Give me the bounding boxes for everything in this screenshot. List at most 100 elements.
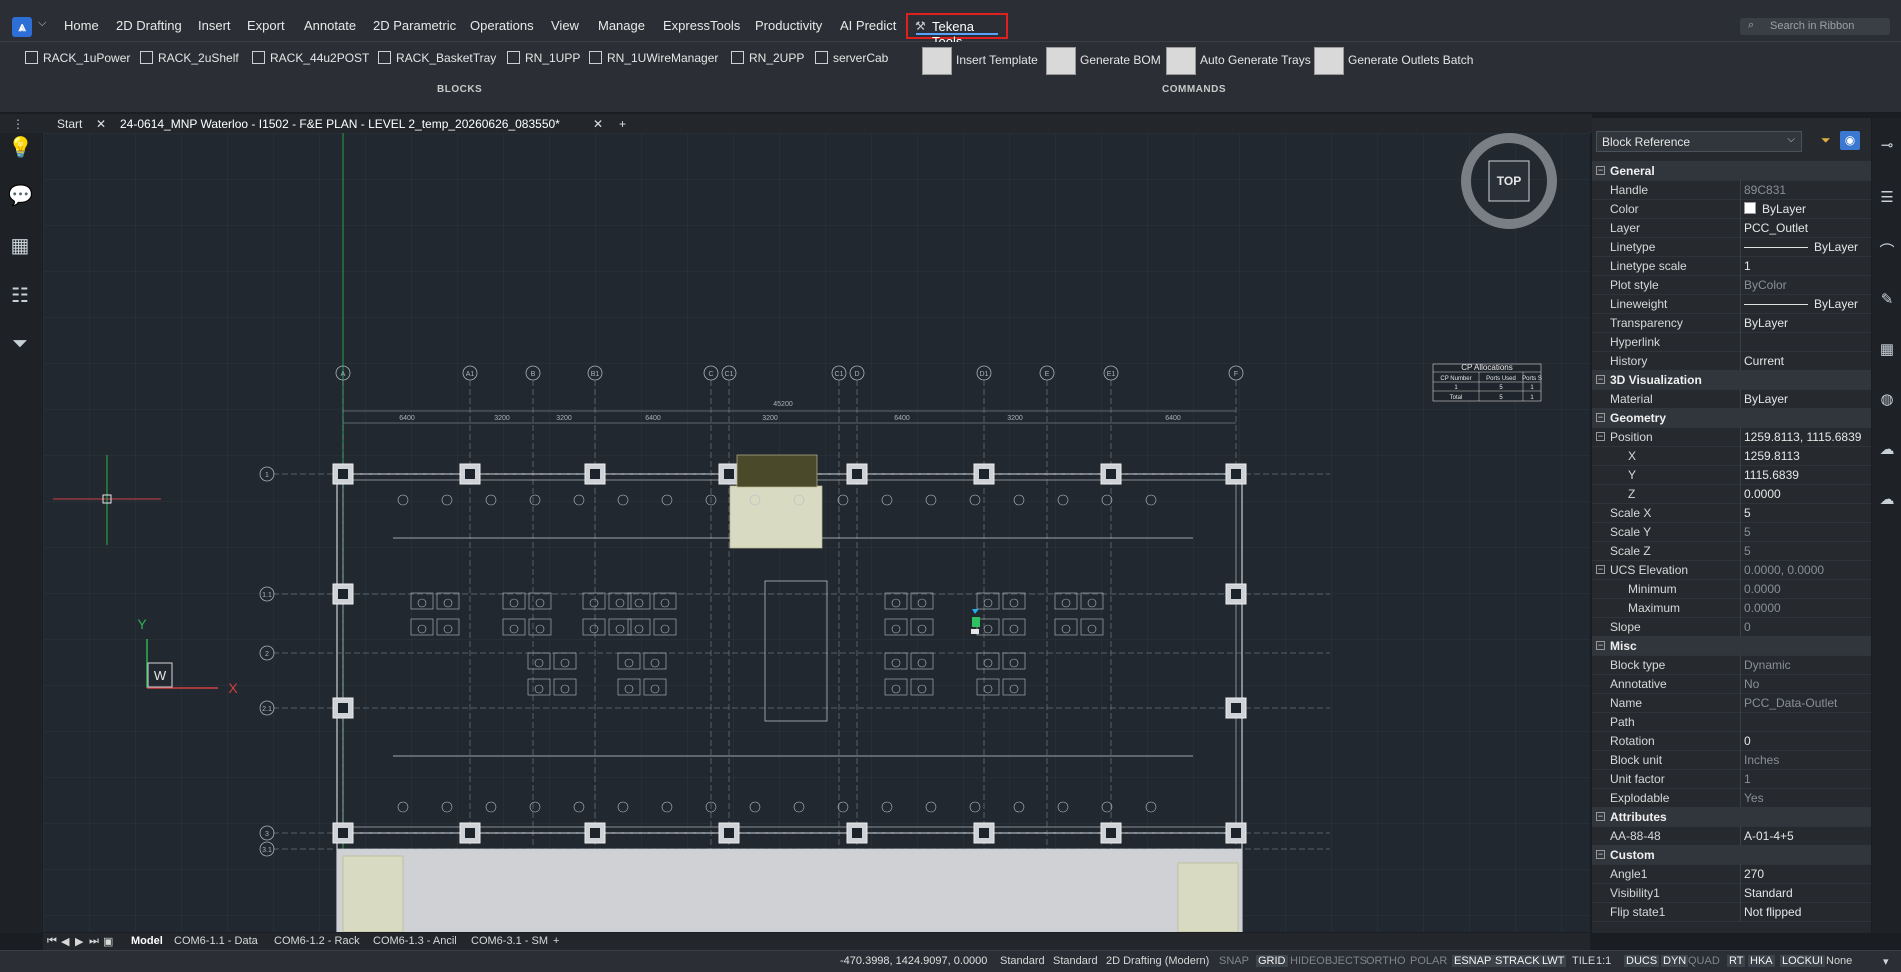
next-layout-button[interactable]: ▶ [75, 935, 83, 948]
property-section-header[interactable]: − Custom [1592, 845, 1871, 865]
property-row[interactable]: Hyperlink [1592, 332, 1871, 352]
status-toggle-ducs[interactable]: DUCS [1624, 955, 1660, 967]
tab-operations[interactable]: Operations [470, 18, 534, 33]
property-row[interactable]: Visibility1 Standard [1592, 883, 1871, 903]
property-row[interactable]: Maximum 0.0000 [1592, 598, 1871, 618]
collapse-icon[interactable]: − [1596, 850, 1605, 859]
chevron-down-icon[interactable]: ⌵ [38, 17, 46, 30]
property-value-cell[interactable]: 0.0000 [1744, 601, 1870, 615]
tab-productivity[interactable]: Productivity [755, 18, 822, 33]
property-row[interactable]: Scale Z 5 [1592, 541, 1871, 561]
layout-tab[interactable]: COM6-1.3 - Ancil [373, 935, 457, 947]
tab-export[interactable]: Export [247, 18, 285, 33]
property-row[interactable]: Annotative No [1592, 674, 1871, 694]
tab-drawing[interactable]: 24-0614_MNP Waterloo - I1502 - F&E PLAN … [120, 117, 560, 131]
property-row[interactable]: Scale Y 5 [1592, 522, 1871, 542]
status-toggle-lwt[interactable]: LWT [1540, 955, 1567, 967]
property-row[interactable]: History Current [1592, 351, 1871, 371]
status-menu-chevron-icon[interactable]: ▾ [1883, 955, 1889, 968]
status-toggle-quad[interactable]: QUAD [1688, 955, 1720, 967]
collapse-icon[interactable]: − [1596, 565, 1605, 574]
calculator-icon[interactable]: ▦ [8, 233, 32, 259]
property-value-cell[interactable]: ByLayer [1744, 240, 1870, 254]
balloon-icon[interactable]: ◍ [1878, 390, 1896, 410]
collapse-icon[interactable]: − [1596, 432, 1605, 441]
collapse-icon[interactable]: − [1596, 166, 1605, 175]
property-row[interactable]: Flip state1 Not flipped [1592, 902, 1871, 922]
layout-tab[interactable]: COM6-3.1 - SM [471, 935, 548, 947]
property-value-cell[interactable]: Not flipped [1744, 905, 1870, 919]
drawing-viewport[interactable]: A A1 B B1 C C1 C1 D D1 E E1 F 1 1.1 2 2.1 3 3.1 45200 64… [43, 133, 1590, 932]
filter-icon[interactable]: ⏷ [8, 333, 32, 359]
property-value-cell[interactable]: ByLayer [1744, 202, 1870, 216]
property-value-cell[interactable]: 5 [1744, 544, 1870, 558]
property-value-cell[interactable]: PCC_Data-Outlet [1744, 696, 1870, 710]
prev-layout-button[interactable]: ◀ [61, 935, 69, 948]
collapse-icon[interactable]: − [1596, 375, 1605, 384]
property-value-cell[interactable]: Standard [1744, 886, 1870, 900]
status-toggle-snap[interactable]: SNAP [1219, 955, 1249, 967]
ribbon-search[interactable]: ⌕ Search in Ribbon [1740, 18, 1890, 35]
property-value-cell[interactable]: 0.0000, 0.0000 [1744, 563, 1870, 577]
property-value-cell[interactable]: A-01-4+5 [1744, 829, 1870, 843]
property-row[interactable]: Explodable Yes [1592, 788, 1871, 808]
property-row[interactable]: Unit factor 1 [1592, 769, 1871, 789]
toggle-pickadd-icon[interactable]: ◉ [1840, 131, 1860, 150]
lightbulb-icon[interactable]: 💡 [8, 135, 33, 161]
layout-tab[interactable]: Model [131, 935, 163, 947]
collapse-icon[interactable]: − [1596, 413, 1605, 422]
block-button-rack-1upower[interactable]: RACK_1uPower [25, 51, 130, 69]
property-value-cell[interactable]: 5 [1744, 506, 1870, 520]
property-row[interactable]: Lineweight ByLayer [1592, 294, 1871, 314]
status-toggle-ortho[interactable]: ORTHO [1366, 955, 1406, 967]
status-toggle-standard[interactable]: Standard [1000, 955, 1045, 967]
property-value-cell[interactable]: 0 [1744, 734, 1870, 748]
property-value-cell[interactable]: Current [1744, 354, 1870, 368]
block-button-rack-2ushelf[interactable]: RACK_2uShelf [140, 51, 239, 69]
property-value-cell[interactable]: 0 [1744, 620, 1870, 634]
status-toggle-rt[interactable]: RT [1727, 955, 1746, 967]
property-value-cell[interactable]: Inches [1744, 753, 1870, 767]
status-toggle-standard[interactable]: Standard [1053, 955, 1098, 967]
property-section-header[interactable]: − General [1592, 161, 1871, 181]
property-row[interactable]: Minimum 0.0000 [1592, 579, 1871, 599]
property-value-cell[interactable]: 1115.6839 [1744, 468, 1870, 482]
add-layout-button[interactable]: + [553, 935, 559, 947]
property-row[interactable]: Block type Dynamic [1592, 655, 1871, 675]
property-value-cell[interactable]: ByColor [1744, 278, 1870, 292]
block-button-rack-baskettray[interactable]: RACK_BasketTray [378, 51, 496, 69]
status-toggle-lockui[interactable]: LOCKUI [1780, 955, 1825, 967]
property-row[interactable]: Scale X 5 [1592, 503, 1871, 523]
property-value-cell[interactable]: Dynamic [1744, 658, 1870, 672]
tab-annotate[interactable]: Annotate [304, 18, 356, 33]
command-button-insert-template[interactable]: Insert Template [922, 47, 1038, 75]
status-toggle-polar[interactable]: POLAR [1410, 955, 1447, 967]
selection-type-dropdown[interactable]: Block Reference ⌵ [1596, 131, 1802, 152]
block-button-rn-1uwiremanager[interactable]: RN_1UWireManager [589, 51, 718, 69]
property-value-cell[interactable]: 5 [1744, 525, 1870, 539]
property-row[interactable]: Plot style ByColor [1592, 275, 1871, 295]
property-row[interactable]: Name PCC_Data-Outlet [1592, 693, 1871, 713]
property-row[interactable]: Block unit Inches [1592, 750, 1871, 770]
layout-list-button[interactable]: ▣ [103, 935, 113, 948]
status-toggle-2d-drafting-modern-[interactable]: 2D Drafting (Modern) [1106, 955, 1209, 967]
property-row[interactable]: Layer PCC_Outlet [1592, 218, 1871, 238]
tab-2d-drafting[interactable]: 2D Drafting [116, 18, 182, 33]
property-row[interactable]: Transparency ByLayer [1592, 313, 1871, 333]
property-row[interactable]: − Position 1259.8113, 1115.6839 [1592, 427, 1871, 447]
property-value-cell[interactable]: 1 [1744, 772, 1870, 786]
property-value-cell[interactable]: 1259.8113 [1744, 449, 1870, 463]
quick-select-icon[interactable]: ⏷ [1821, 133, 1831, 148]
property-row[interactable]: Material ByLayer [1592, 389, 1871, 409]
tab-2d-parametric[interactable]: 2D Parametric [373, 18, 456, 33]
cloud-sync-icon[interactable]: ☁ [1878, 490, 1896, 510]
property-row[interactable]: Handle 89C831 [1592, 180, 1871, 200]
layout-tab[interactable]: COM6-1.2 - Rack [274, 935, 360, 947]
block-button-rn-1upp[interactable]: RN_1UPP [507, 51, 580, 69]
tab-insert[interactable]: Insert [198, 18, 231, 33]
block-button-servercab[interactable]: serverCab [815, 51, 888, 69]
property-row[interactable]: − UCS Elevation 0.0000, 0.0000 [1592, 560, 1871, 580]
status-toggle-tile[interactable]: TILE [1572, 955, 1595, 967]
property-row[interactable]: Color ByLayer [1592, 199, 1871, 219]
property-value-cell[interactable]: PCC_Outlet [1744, 221, 1870, 235]
